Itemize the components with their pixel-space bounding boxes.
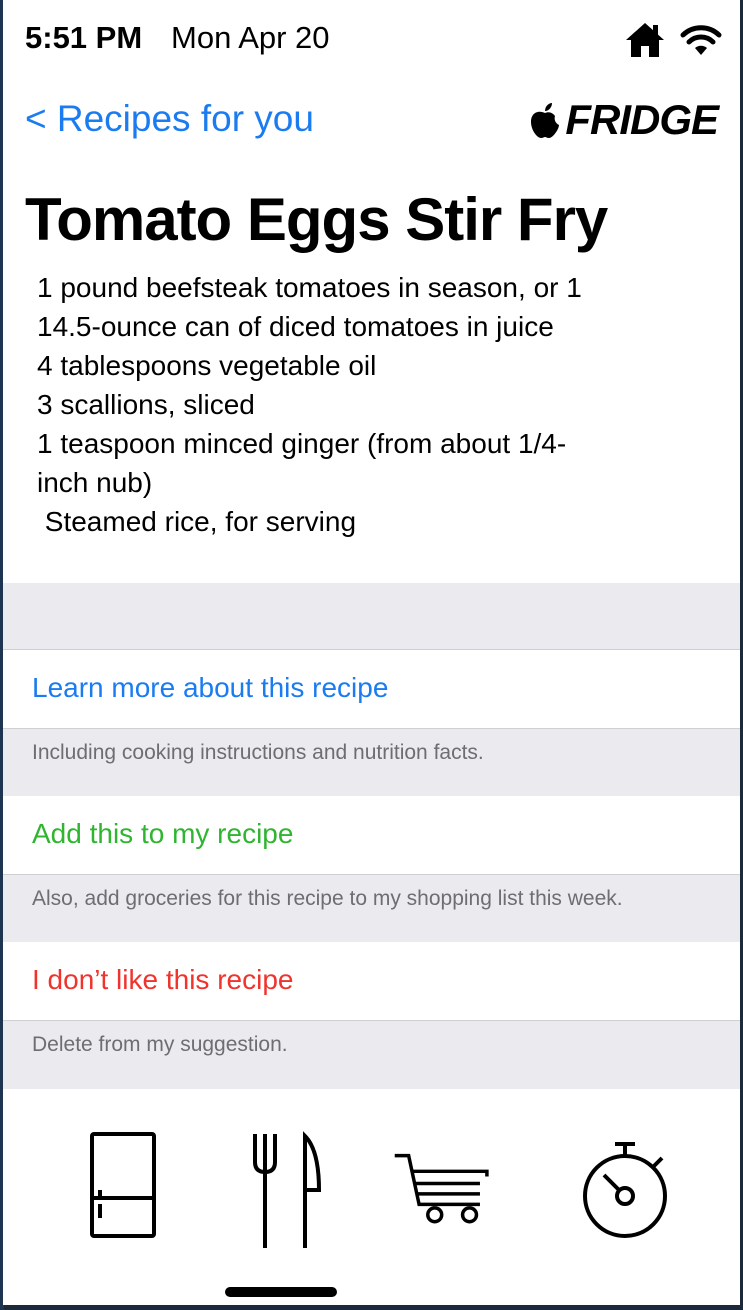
apple-logo-icon [531,103,560,138]
fridge-icon [90,1132,156,1238]
status-icons [624,20,722,60]
dislike-recipe-footer: Delete from my suggestion. [3,1020,740,1089]
tab-bar [3,1090,740,1305]
dislike-recipe-description: Delete from my suggestion. [32,1033,288,1056]
wifi-icon [680,25,722,55]
learn-more-button[interactable]: Learn more about this recipe [32,672,388,704]
dislike-recipe-row[interactable]: I don’t like this recipe [3,942,740,1020]
ingredient-line: inch nub) [37,467,153,498]
home-indicator[interactable] [225,1287,337,1297]
status-bar: 5:51 PM Mon Apr 20 [3,0,740,80]
tab-shopping[interactable] [393,1130,493,1260]
recipe-title: Tomato Eggs Stir Fry [25,186,608,253]
back-to-recipes-link[interactable]: < Recipes for you [25,98,314,140]
ingredient-line: 1 teaspoon minced ginger (from about 1/4… [37,428,567,459]
shopping-cart-icon [394,1153,489,1224]
ingredients-list[interactable]: 1 pound beefsteak tomatoes in season, or… [37,268,677,540]
ingredient-line: 1 pound beefsteak tomatoes in season, or… [37,272,582,303]
ingredient-line: 3 scallions, sliced [37,389,255,420]
home-icon [626,23,664,57]
brand-name: FRIDGE [565,96,719,143]
timer-icon [582,1142,667,1238]
utensils-icon [253,1131,322,1248]
navigation-bar: < Recipes for you FRIDGE [3,90,740,150]
dislike-recipe-button[interactable]: I don’t like this recipe [32,964,293,996]
learn-more-footer: Including cooking instructions and nutri… [3,728,740,797]
add-recipe-description: Also, add groceries for this recipe to m… [32,887,623,910]
add-recipe-footer: Also, add groceries for this recipe to m… [3,874,740,943]
ingredient-line: Steamed rice, for serving [37,506,357,537]
ingredient-line: 4 tablespoons vegetable oil [37,350,377,381]
learn-more-row[interactable]: Learn more about this recipe [3,650,740,728]
learn-more-description: Including cooking instructions and nutri… [32,741,484,764]
tab-recipes[interactable] [235,1130,335,1260]
status-date: Mon Apr 20 [171,20,330,55]
tab-fridge[interactable] [73,1130,173,1260]
section-spacer [3,583,740,650]
tab-timer[interactable] [575,1130,675,1260]
add-recipe-button[interactable]: Add this to my recipe [32,818,293,850]
recipe-sheet: 5:51 PM Mon Apr 20 < Recipes for you FRI… [3,0,740,1305]
ingredient-line: 14.5-ounce can of diced tomatoes in juic… [37,311,554,342]
brand-logo: FRIDGE [529,96,719,144]
add-recipe-row[interactable]: Add this to my recipe [3,796,740,874]
status-time: 5:51 PM [25,20,143,55]
